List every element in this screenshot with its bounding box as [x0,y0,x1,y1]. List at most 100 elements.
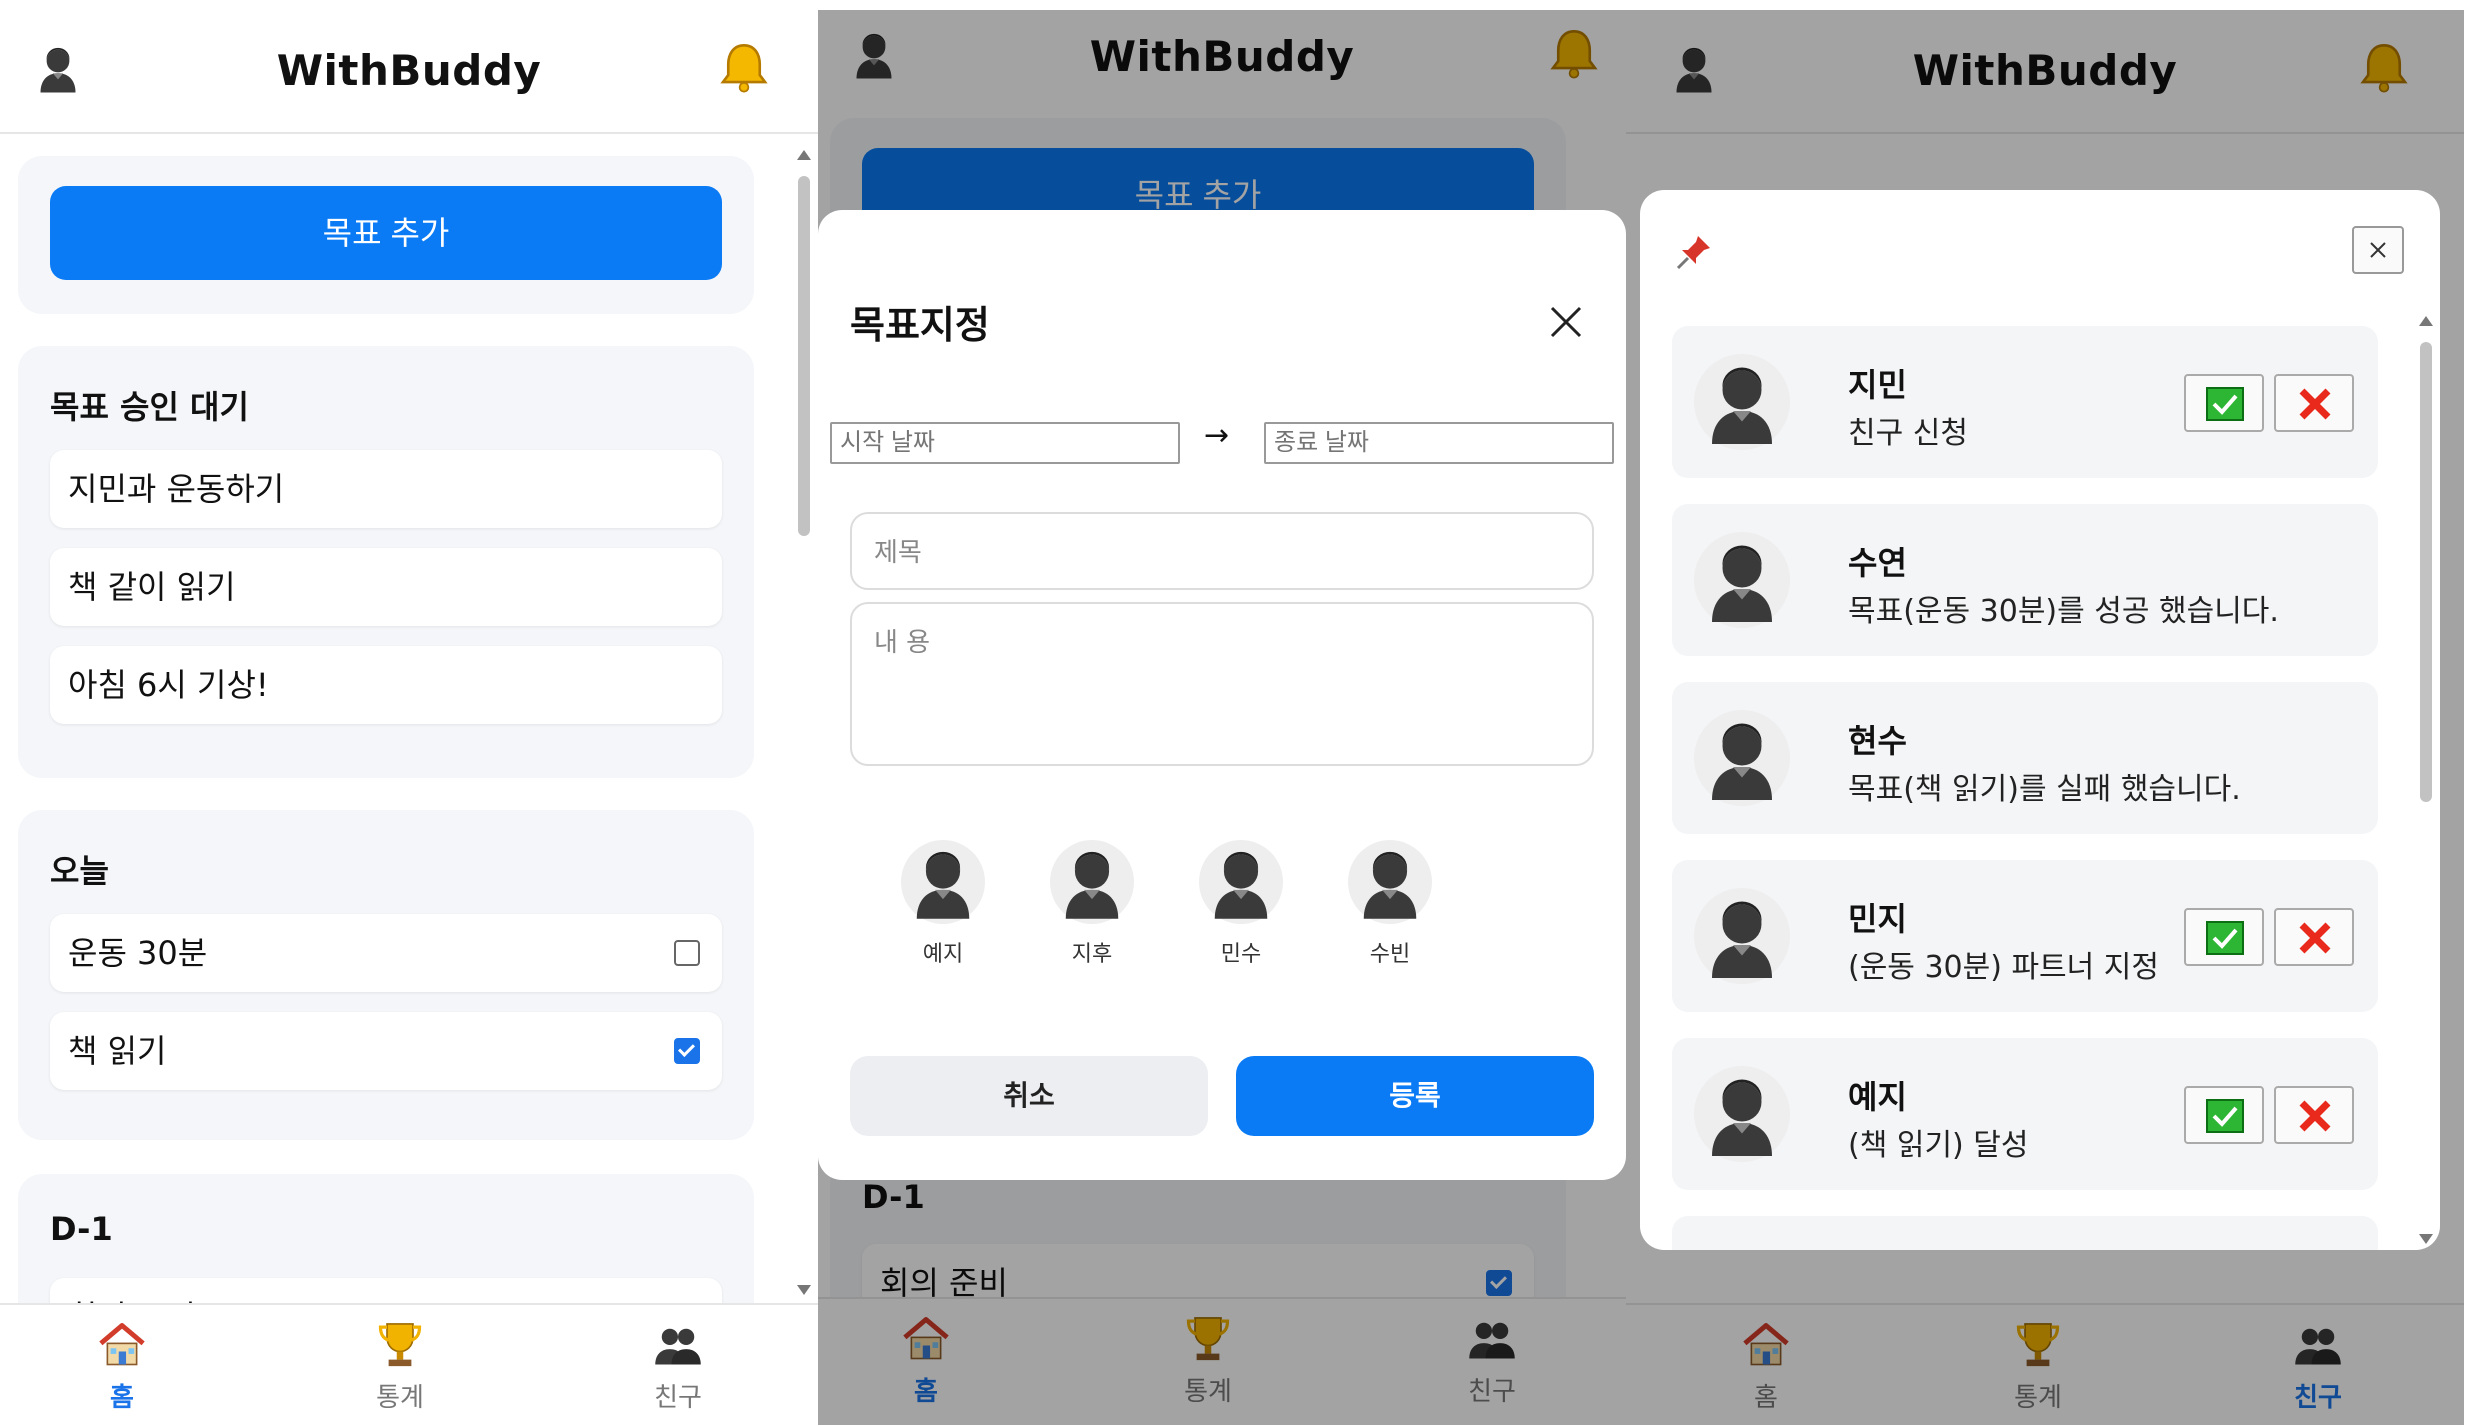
friend-name: 지후 [1071,942,1113,967]
nav-friends[interactable]: 친구 [608,1319,748,1414]
home-content: 목표 추가 목표 승인 대기 지민과 운동하기 책 같이 읽기 아침 6시 기상… [0,134,818,1305]
scroll-up-arrow[interactable] [797,150,811,160]
title-input[interactable]: 제목 [850,512,1594,590]
today-title: 오늘 [50,852,109,890]
reject-button[interactable] [2274,1086,2354,1144]
reject-button[interactable] [2274,374,2354,432]
person-icon [1694,1066,1790,1162]
notification-item: 지민 친구 신청 [1672,326,2378,478]
pin-icon [1676,236,1710,270]
content-textarea[interactable]: 내 용 [850,602,1594,766]
person-icon [1694,888,1790,984]
x-icon [2299,1100,2331,1132]
notification-message: 목표(책 읽기)를 실패 했습니다. [1848,772,2241,807]
notification-name: 현수 [1848,722,1907,760]
nav-stats[interactable]: 통계 [330,1319,470,1414]
scroll-thumb[interactable] [2420,342,2432,802]
friend-option[interactable]: 수빈 [1345,840,1435,968]
x-icon [2299,922,2331,954]
nav-stats-label: 통계 [376,1383,424,1413]
notification-name: 지민 [1848,366,1907,404]
person-icon [1694,532,1790,628]
friend-avatar [1348,840,1432,924]
date-arrow: → [1204,418,1230,453]
nav-home[interactable]: 홈 [52,1319,192,1414]
notification-message: 목표(운동 30분)를 성공 했습니다. [1848,594,2279,629]
friend-name: 수빈 [1369,942,1411,967]
notification-item [1672,1216,2378,1250]
friend-option[interactable]: 예지 [898,840,988,968]
scrollbar[interactable] [796,150,812,1295]
close-button[interactable] [2352,226,2404,274]
scroll-down-arrow[interactable] [2419,1234,2433,1244]
goal-dialog: 목표지정 → 제목 내 용 예지 지후 민수 수빈 취소 등록 [818,210,1626,1180]
pending-item[interactable]: 지민과 운동하기 [50,450,722,528]
bell-icon[interactable] [716,38,772,98]
add-goal-button[interactable]: 목표 추가 [50,186,722,280]
today-card: 오늘 운동 30분 책 읽기 [18,810,754,1140]
nav-home-label: 홈 [110,1383,134,1413]
accept-button[interactable] [2184,908,2264,966]
end-date-input[interactable] [1264,422,1614,464]
today-item-label: 운동 30분 [68,934,208,972]
friend-name: 예지 [922,942,964,967]
submit-button[interactable]: 등록 [1236,1056,1594,1136]
bottom-nav: 홈 통계 친구 [0,1303,818,1425]
check-icon [2206,387,2244,421]
goal-dialog-screen: WithBuddy 목표 추가 D-1 회의 준비 홈 통계 친구 목표지정 시… [818,10,1626,1425]
notification-name: 예지 [1848,1078,1907,1116]
close-icon [2370,242,2386,258]
accept-button[interactable] [2184,374,2264,432]
person-icon [1050,840,1134,924]
check-icon [2206,1099,2244,1133]
friends-icon [652,1319,704,1371]
nav-friends-label: 친구 [654,1383,702,1413]
notification-name: 민지 [1848,900,1907,938]
person-icon [1694,354,1790,450]
friend-avatar [901,840,985,924]
close-icon[interactable] [1546,302,1586,342]
friend-avatar [1199,840,1283,924]
notification-item: 민지 (운동 30분) 파트너 지정 [1672,860,2378,1012]
pending-title: 목표 승인 대기 [50,388,249,426]
trophy-icon [374,1319,426,1371]
notification-item: 수연 목표(운동 30분)를 성공 했습니다. [1672,504,2378,656]
person-icon [1199,840,1283,924]
reject-button[interactable] [2274,908,2354,966]
person-icon [901,840,985,924]
home-screen: WithBuddy 목표 추가 목표 승인 대기 지민과 운동하기 책 같이 읽… [0,10,818,1425]
today-item[interactable]: 책 읽기 [50,1012,722,1090]
notification-message: (운동 30분) 파트너 지정 [1848,950,2159,985]
scroll-thumb[interactable] [798,176,810,536]
app-header: WithBuddy [0,10,818,134]
cancel-button[interactable]: 취소 [850,1056,1208,1136]
notifications-screen: WithBuddy 홈 통계 친구 지민 친구 신청 수연 목표(운동 30분)… [1626,10,2464,1425]
person-icon [1694,710,1790,806]
friend-avatar [1050,840,1134,924]
dialog-title: 목표지정 [850,303,990,347]
check-icon [2206,921,2244,955]
scroll-down-arrow[interactable] [797,1285,811,1295]
dialog-scrollbar[interactable] [2418,316,2434,1244]
accept-button[interactable] [2184,1086,2264,1144]
notification-message: 친구 신청 [1848,416,1968,451]
today-item-checkbox[interactable] [674,940,700,966]
dminus-title: D-1 [50,1210,113,1248]
house-icon [96,1319,148,1371]
today-item-checkbox[interactable] [674,1038,700,1064]
friend-option[interactable]: 지후 [1047,840,1137,968]
pending-item[interactable]: 아침 6시 기상! [50,646,722,724]
x-icon [2299,388,2331,420]
avatar [1694,1066,1790,1162]
notifications-dialog: 지민 친구 신청 수연 목표(운동 30분)를 성공 했습니다. 현수 목표(책… [1640,190,2440,1250]
pending-goals-card: 목표 승인 대기 지민과 운동하기 책 같이 읽기 아침 6시 기상! [18,346,754,778]
scroll-up-arrow[interactable] [2419,316,2433,326]
friend-option[interactable]: 민수 [1196,840,1286,968]
today-item[interactable]: 운동 30분 [50,914,722,992]
dminus-item[interactable]: 회의 준비 [50,1278,722,1305]
start-date-input[interactable] [830,422,1180,464]
notification-item: 예지 (책 읽기) 달성 [1672,1038,2378,1190]
pending-item[interactable]: 책 같이 읽기 [50,548,722,626]
avatar [1694,710,1790,806]
add-goal-card: 목표 추가 [18,156,754,314]
